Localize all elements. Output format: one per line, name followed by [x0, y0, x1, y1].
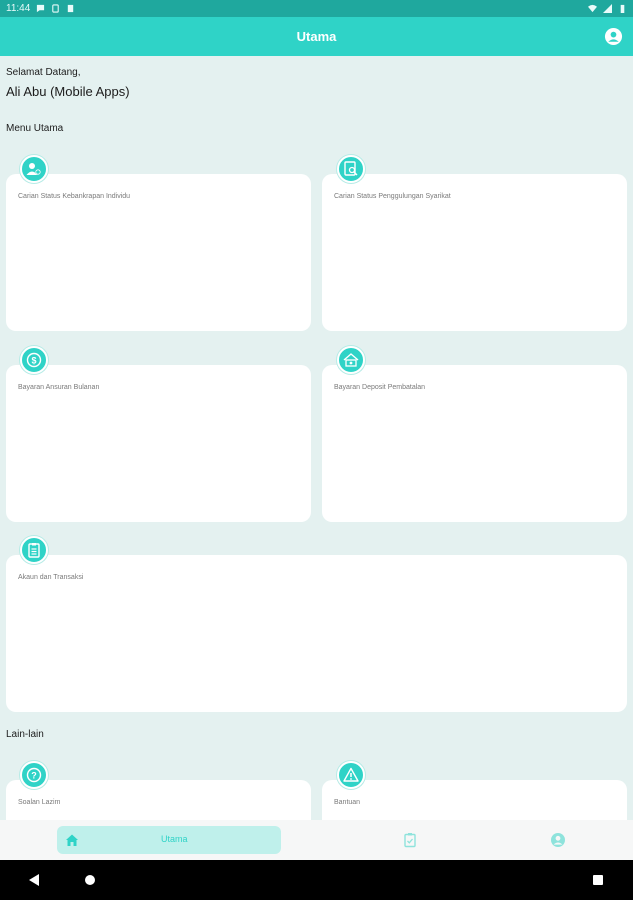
back-icon[interactable]	[28, 873, 40, 887]
card-label: Soalan Lazim	[18, 799, 61, 806]
user-profile-icon[interactable]	[550, 832, 566, 848]
section-others: Lain-lain	[6, 729, 44, 740]
status-time: 11:44	[6, 3, 31, 14]
section-main-menu: Menu Utama	[6, 123, 64, 134]
card-monthly-installment[interactable]: Bayaran Ansuran Bulanan	[6, 365, 311, 522]
card-suspension-deposit[interactable]: Bayaran Deposit Pembatalan	[322, 365, 627, 522]
card-label: Akaun dan Transaksi	[18, 574, 84, 581]
card-label: Carian Status Penggulungan Syarikat	[334, 193, 451, 200]
page-title: Utama	[296, 29, 337, 44]
sim-notification-icon	[52, 4, 60, 13]
card-help[interactable]: Bantuan	[322, 780, 627, 820]
card-faq[interactable]: Soalan Lazim	[6, 780, 311, 820]
dollar-coin-icon: $	[20, 346, 48, 374]
chat-notification-icon	[37, 4, 45, 13]
card-label: Carian Status Kebankrapan Individu	[18, 193, 131, 200]
card-label: Bayaran Ansuran Bulanan	[18, 384, 100, 391]
system-navigation-bar	[0, 860, 633, 900]
home-icon	[66, 834, 78, 846]
card-label: Bayaran Deposit Pembatalan	[334, 384, 426, 391]
battery-icon	[620, 4, 625, 13]
bottom-navigation: Utama	[0, 820, 633, 860]
house-money-icon	[337, 346, 365, 374]
main-content: Selamat Datang, Ali Abu (Mobile Apps) Me…	[0, 56, 633, 820]
card-label: Bantuan	[334, 799, 361, 806]
signal-icon	[603, 4, 612, 13]
user-name: Ali Abu (Mobile Apps)	[6, 84, 130, 99]
clipboard-notification-icon	[68, 4, 74, 13]
home-button-icon[interactable]	[85, 875, 95, 885]
clipboard-list-icon	[20, 536, 48, 564]
account-icon[interactable]	[604, 27, 623, 46]
card-account-transactions[interactable]: Akaun dan Transaksi	[6, 555, 627, 712]
welcome-text: Selamat Datang,	[6, 67, 81, 78]
recent-apps-icon[interactable]	[593, 875, 603, 885]
card-company-winding-up[interactable]: Carian Status Penggulungan Syarikat	[322, 174, 627, 331]
app-bar: Utama	[0, 17, 633, 56]
svg-text:?: ?	[31, 771, 37, 781]
nav-home-label: Utama	[161, 834, 188, 844]
card-individual-bankruptcy[interactable]: Carian Status Kebankrapan Individu	[6, 174, 311, 331]
question-icon: ?	[20, 761, 48, 789]
svg-text:$: $	[31, 356, 36, 366]
wifi-icon	[588, 4, 597, 13]
status-bar: 11:44	[0, 0, 633, 17]
user-search-icon	[20, 155, 48, 183]
warning-icon	[337, 761, 365, 789]
document-search-icon	[337, 155, 365, 183]
clipboard-icon[interactable]	[402, 832, 418, 848]
nav-home[interactable]: Utama	[57, 826, 281, 854]
